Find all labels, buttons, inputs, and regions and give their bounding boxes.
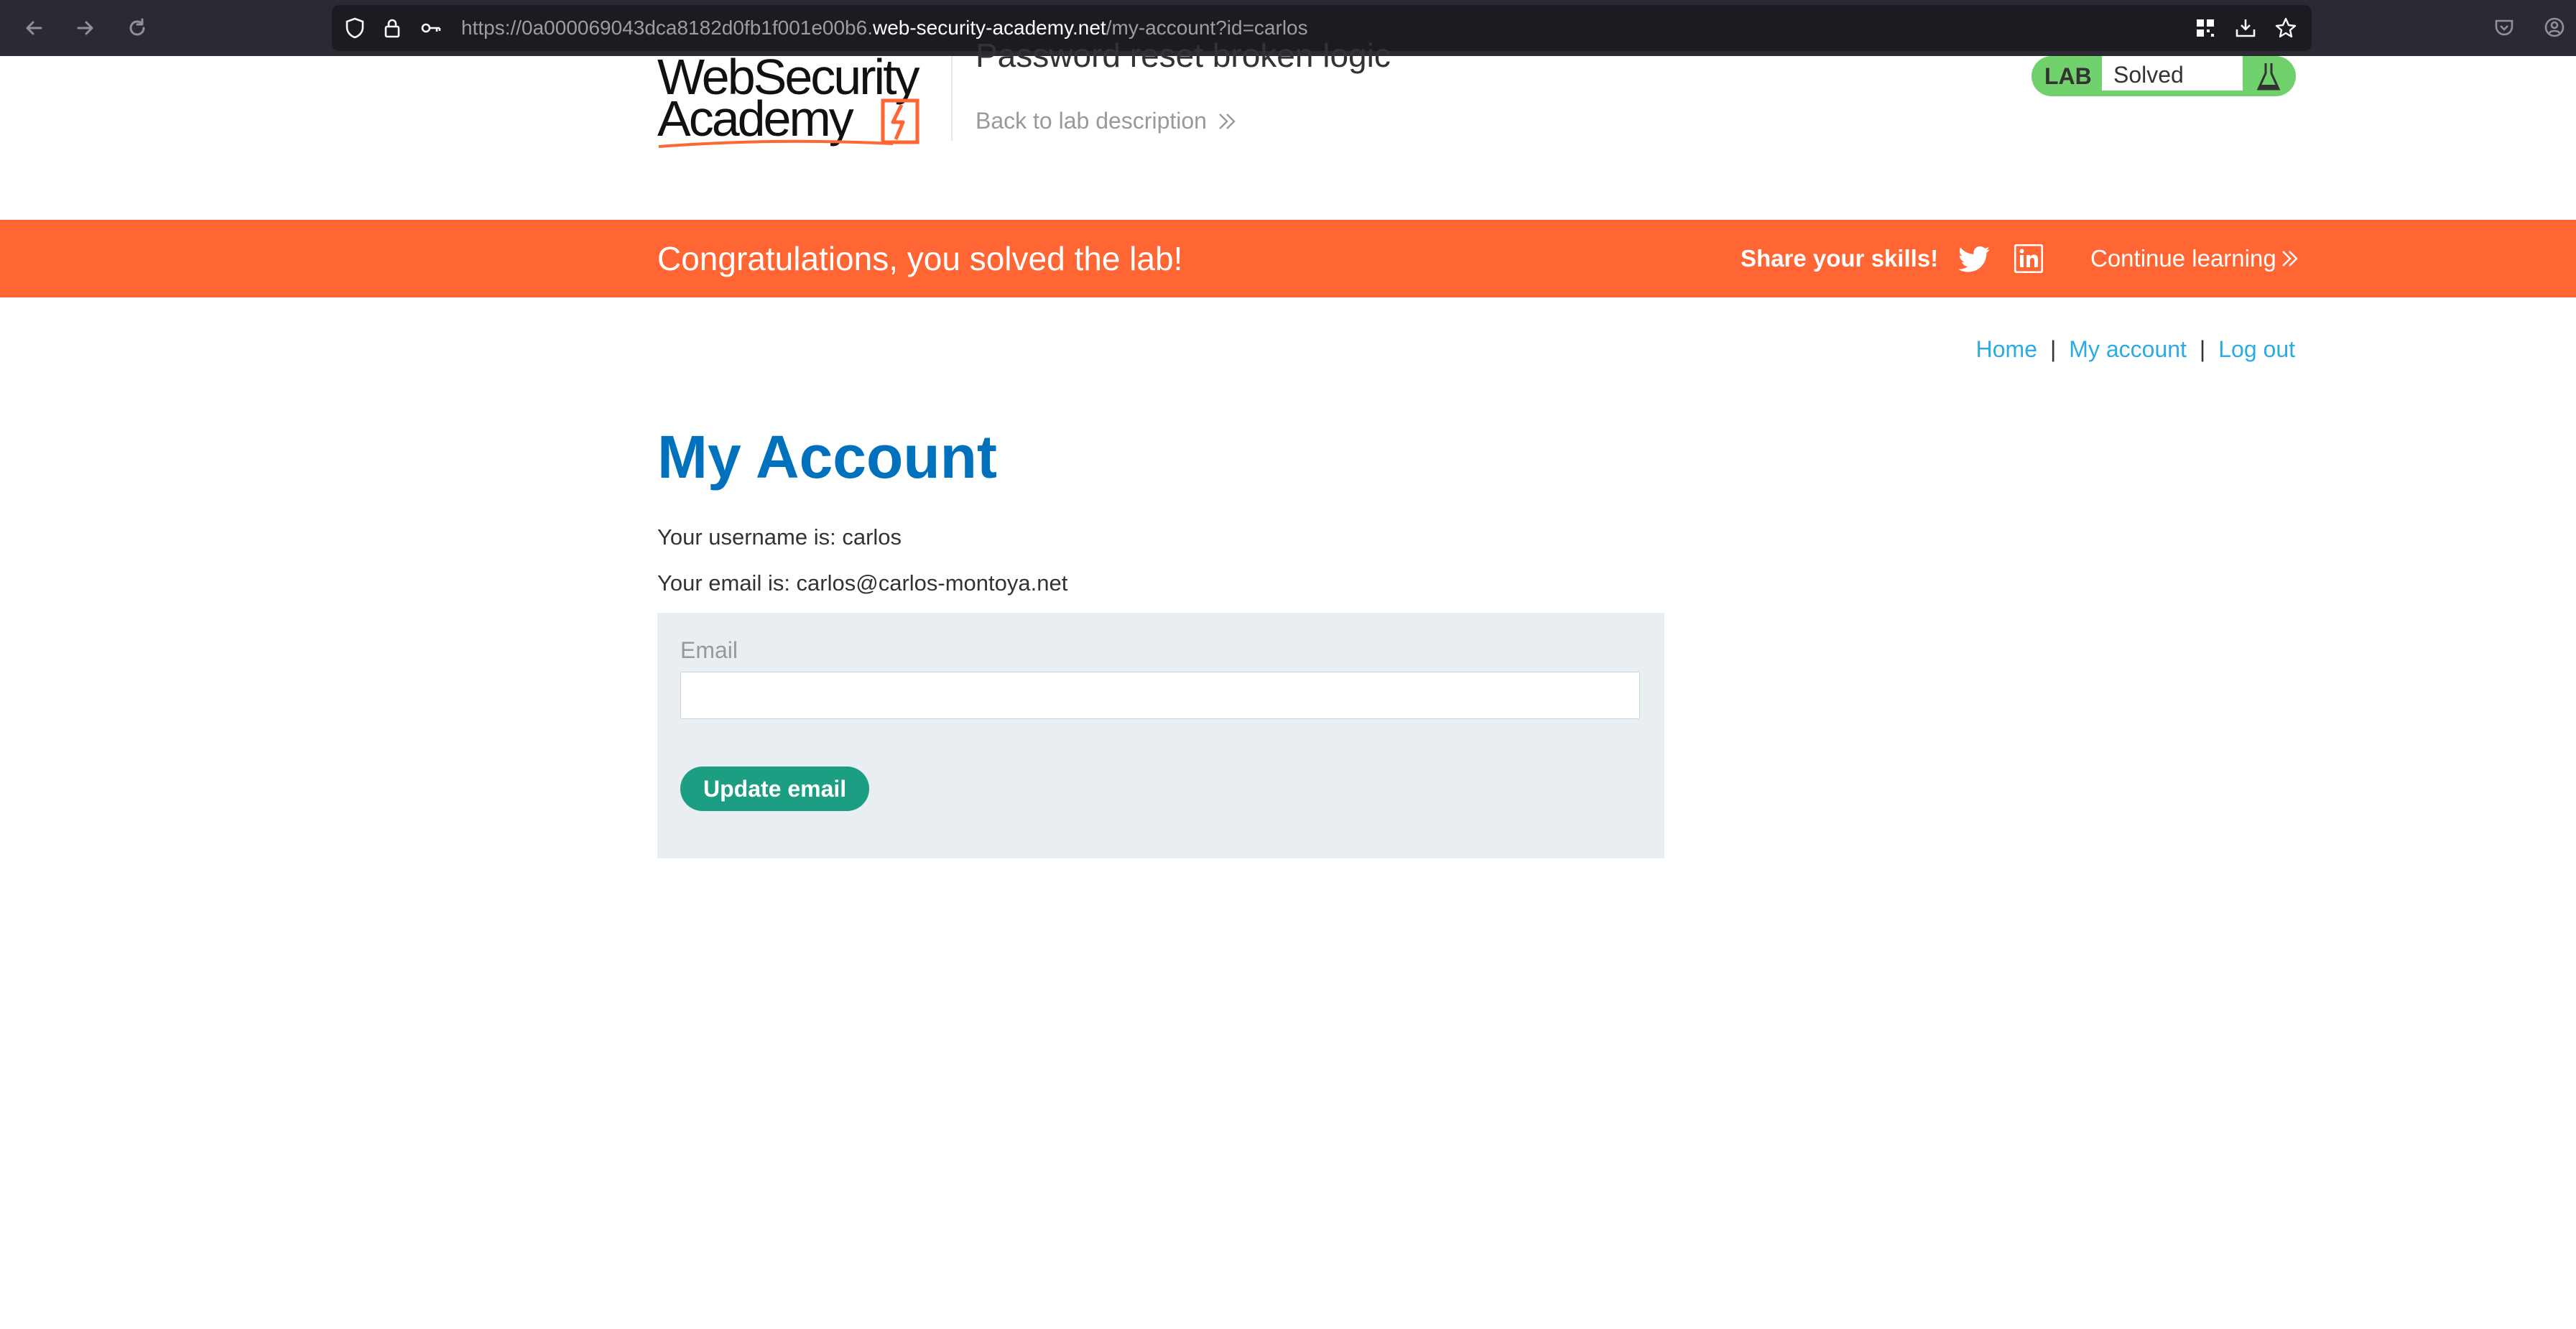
change-email-form: Email Update email [657, 613, 1664, 858]
star-icon[interactable] [2274, 17, 2297, 40]
url-prefix: https://0a000069043dca8182d0fb1f001e00b6… [461, 17, 873, 39]
lightning-logo-icon [881, 98, 919, 144]
nav-separator: | [2049, 336, 2057, 362]
nav-log-out-link[interactable]: Log out [2218, 336, 2295, 363]
back-link-label: Back to lab description [976, 108, 1207, 134]
qr-icon[interactable] [2194, 17, 2217, 40]
lab-header: WebSecurity Academy Password reset broke… [0, 37, 2576, 220]
lab-status-text: Solved [2102, 56, 2243, 93]
download-icon[interactable] [2234, 17, 2257, 40]
update-email-button[interactable]: Update email [680, 767, 870, 811]
lab-badge-label: LAB [2044, 63, 2092, 89]
solved-banner: Congratulations, you solved the lab! Sha… [0, 220, 2576, 297]
email-label: Email [680, 637, 738, 663]
lab-status-badge: LAB Solved [2031, 56, 2296, 96]
account-icon[interactable] [2543, 16, 2566, 39]
twitter-icon[interactable] [1958, 246, 1990, 273]
solved-message: Congratulations, you solved the lab! [657, 240, 1183, 277]
reload-button[interactable] [121, 11, 154, 45]
logo-line-2: Academy [657, 91, 854, 147]
shield-icon[interactable] [343, 17, 366, 40]
nav-separator: | [2199, 336, 2206, 362]
key-icon[interactable] [420, 17, 443, 40]
header-divider [951, 56, 953, 141]
forward-button[interactable] [69, 11, 102, 45]
reload-icon [129, 18, 145, 36]
continue-learning-link[interactable]: Continue learning [2090, 220, 2299, 297]
nav-home-link[interactable]: Home [1976, 336, 2037, 363]
nav-my-account-link[interactable]: My account [2069, 336, 2187, 363]
email-info: Your email is: carlos@carlos-montoya.net [657, 570, 1068, 596]
lock-icon[interactable] [381, 17, 404, 40]
page-title: My Account [657, 423, 997, 491]
logo-underline [658, 139, 894, 148]
forward-icon [77, 21, 93, 35]
linkedin-icon[interactable] [2014, 244, 2043, 273]
back-to-lab-link[interactable]: Back to lab description [976, 108, 1238, 134]
share-label: Share your skills! [1741, 245, 1939, 272]
academy-logo[interactable]: WebSecurity Academy [657, 52, 945, 203]
pocket-icon[interactable] [2493, 16, 2516, 39]
flask-icon [2256, 63, 2281, 91]
continue-learning-label: Continue learning [2090, 245, 2276, 272]
double-chevron-right-icon [2281, 251, 2298, 267]
double-chevron-right-icon [1219, 113, 1236, 129]
lab-title: Password reset broken logic [976, 37, 1391, 74]
back-icon [26, 21, 42, 35]
back-button[interactable] [17, 11, 50, 45]
email-input[interactable] [680, 672, 1640, 719]
username-info: Your username is: carlos [657, 524, 902, 550]
top-nav: Home | My account | Log out [1976, 336, 2295, 363]
